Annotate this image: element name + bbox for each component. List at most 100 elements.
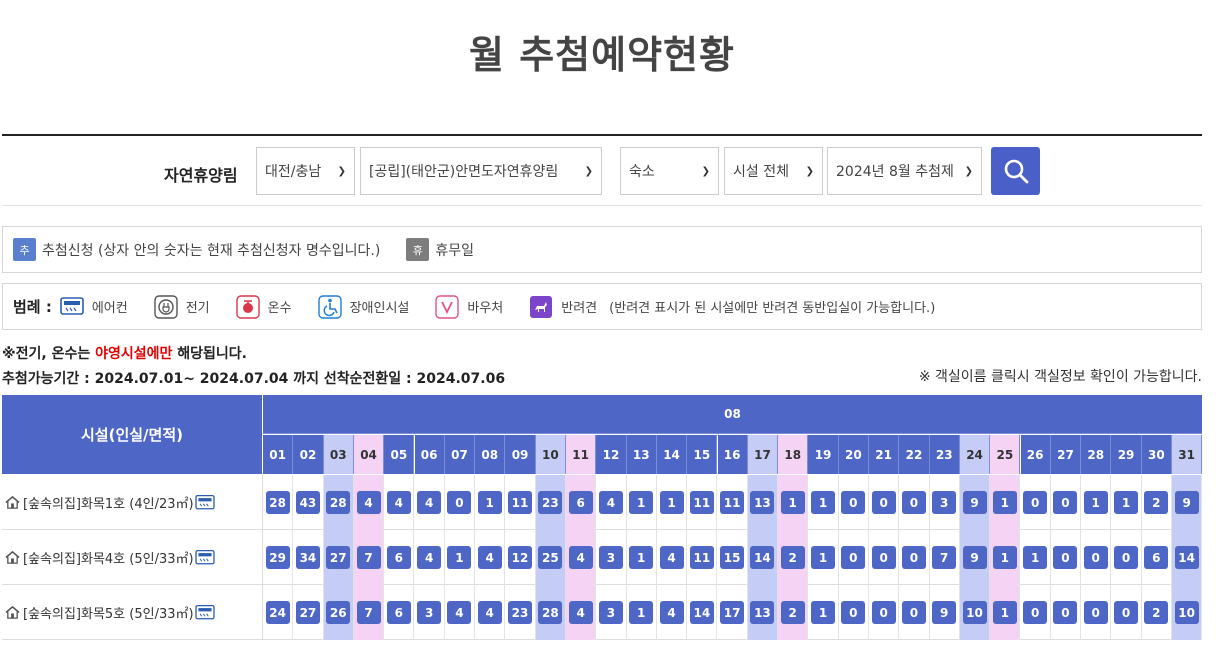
facility-name-cell[interactable]: [숲속의집]화목4호 (5인/33㎡) [2, 530, 263, 585]
lottery-count-badge[interactable]: 0 [901, 601, 926, 624]
lottery-count-badge[interactable]: 1 [629, 546, 654, 569]
lottery-count-badge[interactable]: 6 [386, 601, 411, 624]
lottery-count-badge[interactable]: 0 [1023, 491, 1048, 514]
lottery-count-badge[interactable]: 10 [962, 601, 987, 624]
lottery-count-badge[interactable]: 17 [720, 601, 745, 624]
lottery-count-badge[interactable]: 1 [992, 546, 1017, 569]
lottery-count-badge[interactable]: 2 [780, 601, 805, 624]
lottery-count-badge[interactable]: 1 [659, 491, 684, 514]
lottery-count-badge[interactable]: 13 [750, 491, 775, 514]
lottery-count-badge[interactable]: 4 [598, 491, 623, 514]
lottery-count-badge[interactable]: 0 [901, 546, 926, 569]
lottery-count-badge[interactable]: 26 [326, 601, 351, 624]
lottery-count-badge[interactable]: 1 [1114, 491, 1139, 514]
lottery-count-badge[interactable]: 12 [508, 546, 533, 569]
lottery-count-badge[interactable]: 0 [1114, 546, 1139, 569]
region-select[interactable]: 대전/충남 ❯ [256, 147, 355, 195]
lottery-count-badge[interactable]: 4 [417, 546, 442, 569]
lottery-count-badge[interactable]: 0 [871, 546, 896, 569]
lottery-count-badge[interactable]: 23 [538, 491, 563, 514]
lottery-count-badge[interactable]: 0 [1053, 601, 1078, 624]
lottery-count-badge[interactable]: 14 [750, 546, 775, 569]
lottery-count-badge[interactable]: 0 [871, 601, 896, 624]
lottery-count-badge[interactable]: 3 [932, 491, 957, 514]
lottery-count-badge[interactable]: 1 [811, 601, 836, 624]
lottery-count-badge[interactable]: 6 [386, 546, 411, 569]
lottery-count-badge[interactable]: 0 [841, 601, 866, 624]
lottery-count-badge[interactable]: 1 [992, 601, 1017, 624]
lottery-count-badge[interactable]: 29 [265, 546, 290, 569]
facility-name-cell[interactable]: [숲속의집]화목5호 (5인/33㎡) [2, 585, 263, 640]
lottery-count-badge[interactable]: 3 [598, 546, 623, 569]
lottery-count-badge[interactable]: 6 [568, 491, 593, 514]
lottery-count-badge[interactable]: 0 [1114, 601, 1139, 624]
lottery-count-badge[interactable]: 1 [811, 546, 836, 569]
lottery-count-badge[interactable]: 28 [265, 491, 290, 514]
lottery-count-badge[interactable]: 1 [477, 491, 502, 514]
lottery-count-badge[interactable]: 13 [750, 601, 775, 624]
lottery-count-badge[interactable]: 25 [538, 546, 563, 569]
lottery-count-badge[interactable]: 27 [326, 546, 351, 569]
lottery-count-badge[interactable]: 4 [477, 601, 502, 624]
lottery-count-badge[interactable]: 1 [447, 546, 472, 569]
facility-select[interactable]: 시설 전체 ❯ [724, 147, 823, 195]
lottery-count-badge[interactable]: 9 [1174, 491, 1199, 514]
lottery-count-badge[interactable]: 1 [629, 601, 654, 624]
facility-name[interactable]: [숲속의집]화목4호 (5인/33㎡) [23, 548, 194, 567]
search-button[interactable] [991, 147, 1040, 195]
lottery-count-badge[interactable]: 0 [1053, 546, 1078, 569]
lottery-count-badge[interactable]: 11 [689, 491, 714, 514]
lottery-count-badge[interactable]: 1 [1083, 491, 1108, 514]
lottery-count-badge[interactable]: 14 [689, 601, 714, 624]
lottery-count-badge[interactable]: 7 [932, 546, 957, 569]
lottery-count-badge[interactable]: 28 [326, 491, 351, 514]
lottery-count-badge[interactable]: 34 [295, 546, 320, 569]
lottery-count-badge[interactable]: 0 [1083, 601, 1108, 624]
category-select[interactable]: 숙소 ❯ [620, 147, 719, 195]
lottery-count-badge[interactable]: 23 [508, 601, 533, 624]
lottery-count-badge[interactable]: 4 [356, 491, 381, 514]
lottery-count-badge[interactable]: 1 [780, 491, 805, 514]
lottery-count-badge[interactable]: 0 [841, 491, 866, 514]
lottery-count-badge[interactable]: 3 [598, 601, 623, 624]
lottery-count-badge[interactable]: 4 [659, 601, 684, 624]
facility-name-cell[interactable]: [숲속의집]화목1호 (4인/23㎡) [2, 475, 263, 530]
period-select[interactable]: 2024년 8월 추첨제 ❯ [827, 147, 982, 195]
lottery-count-badge[interactable]: 9 [962, 546, 987, 569]
lottery-count-badge[interactable]: 4 [659, 546, 684, 569]
lottery-count-badge[interactable]: 0 [447, 491, 472, 514]
lottery-count-badge[interactable]: 7 [356, 546, 381, 569]
lottery-count-badge[interactable]: 3 [417, 601, 442, 624]
lottery-count-badge[interactable]: 2 [1144, 601, 1169, 624]
lottery-count-badge[interactable]: 6 [1144, 546, 1169, 569]
lottery-count-badge[interactable]: 4 [477, 546, 502, 569]
lottery-count-badge[interactable]: 4 [417, 491, 442, 514]
lottery-count-badge[interactable]: 0 [1053, 491, 1078, 514]
lottery-count-badge[interactable]: 4 [447, 601, 472, 624]
lottery-count-badge[interactable]: 15 [720, 546, 745, 569]
lottery-count-badge[interactable]: 24 [265, 601, 290, 624]
lottery-count-badge[interactable]: 10 [1174, 601, 1199, 624]
lottery-count-badge[interactable]: 2 [780, 546, 805, 569]
lottery-count-badge[interactable]: 0 [1083, 546, 1108, 569]
lottery-count-badge[interactable]: 43 [295, 491, 320, 514]
lottery-count-badge[interactable]: 1 [992, 491, 1017, 514]
lottery-count-badge[interactable]: 27 [295, 601, 320, 624]
lottery-count-badge[interactable]: 14 [1174, 546, 1199, 569]
lottery-count-badge[interactable]: 7 [356, 601, 381, 624]
lottery-count-badge[interactable]: 2 [1144, 491, 1169, 514]
forest-select[interactable]: [공립](태안군)안면도자연휴양림 ❯ [360, 147, 602, 195]
lottery-count-badge[interactable]: 0 [901, 491, 926, 514]
lottery-count-badge[interactable]: 1 [1023, 546, 1048, 569]
lottery-count-badge[interactable]: 0 [871, 491, 896, 514]
lottery-count-badge[interactable]: 4 [568, 546, 593, 569]
lottery-count-badge[interactable]: 1 [629, 491, 654, 514]
lottery-count-badge[interactable]: 1 [811, 491, 836, 514]
lottery-count-badge[interactable]: 9 [932, 601, 957, 624]
facility-name[interactable]: [숲속의집]화목1호 (4인/23㎡) [23, 493, 194, 512]
lottery-count-badge[interactable]: 0 [1023, 601, 1048, 624]
lottery-count-badge[interactable]: 11 [720, 491, 745, 514]
lottery-count-badge[interactable]: 9 [962, 491, 987, 514]
lottery-count-badge[interactable]: 11 [689, 546, 714, 569]
lottery-count-badge[interactable]: 4 [568, 601, 593, 624]
